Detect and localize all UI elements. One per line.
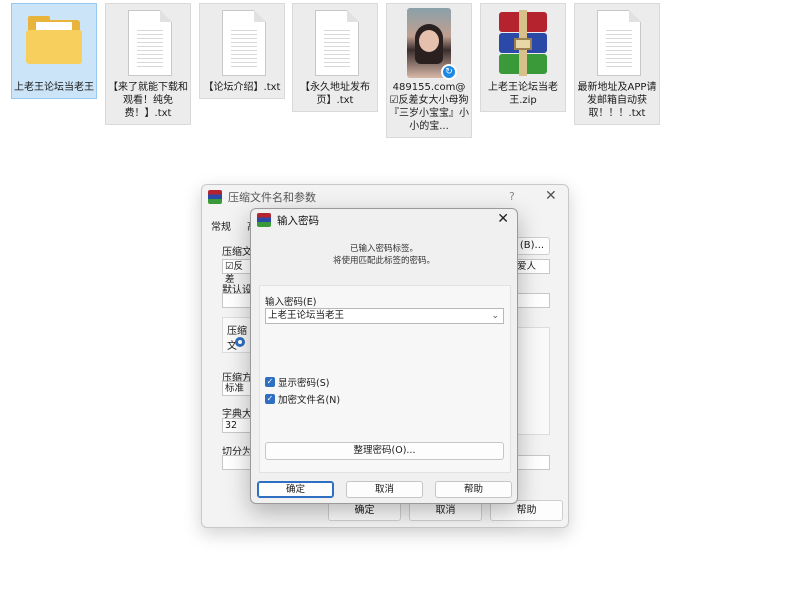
- options-group: [514, 327, 550, 435]
- desktop: 上老王论坛当老王 【来了就能下载和观看！纯免费！】.txt 【论坛介绍】.txt…: [0, 0, 800, 611]
- window-title: 压缩文件名和参数: [228, 191, 316, 204]
- password-dialog: 输入密码 ✕ 已输入密码标签。 将使用匹配此标签的密码。 输入密码(E) 上老王…: [250, 208, 518, 504]
- chevron-down-icon[interactable]: ⌄: [491, 309, 499, 323]
- close-icon[interactable]: ✕: [497, 211, 509, 227]
- file-image[interactable]: ↻ 489155.com@☑反差女大小母狗『三岁小宝宝』小小的宝...: [386, 3, 472, 138]
- format-radio[interactable]: [235, 337, 245, 347]
- file-label: 【来了就能下载和观看！纯免费！】.txt: [108, 82, 188, 119]
- text-file-icon: [118, 8, 178, 78]
- archive-icon: [493, 8, 553, 78]
- help-button[interactable]: 帮助: [435, 481, 512, 498]
- winrar-app-icon: [257, 213, 271, 227]
- image-thumbnail: ↻: [399, 8, 459, 80]
- encrypt-filenames-label: 加密文件名(N): [278, 395, 341, 406]
- format-group: 压缩文: [222, 317, 252, 353]
- info-line-2: 将使用匹配此标签的密码。: [332, 256, 435, 266]
- show-password-label: 显示密码(S): [278, 378, 330, 389]
- file-text[interactable]: 最新地址及APP请发邮箱自动获取！！！.txt: [574, 3, 660, 125]
- file-text[interactable]: 【来了就能下载和观看！纯免费！】.txt: [105, 3, 191, 125]
- default-profile-field[interactable]: [222, 293, 252, 308]
- cancel-button[interactable]: 取消: [346, 481, 423, 498]
- archive-name-field[interactable]: ☑反差: [222, 259, 252, 285]
- file-label: 【永久地址发布页】.txt: [300, 82, 370, 106]
- text-file-icon: [212, 8, 272, 78]
- split-field[interactable]: [222, 455, 252, 470]
- update-mode-select[interactable]: [514, 293, 550, 308]
- password-combobox[interactable]: 上老王论坛当老王 ⌄: [265, 308, 504, 324]
- close-icon[interactable]: ✕: [545, 188, 557, 204]
- checkmark-icon: ✓: [265, 394, 275, 404]
- ok-button[interactable]: 确定: [257, 481, 334, 498]
- password-value: 上老王论坛当老王: [268, 310, 345, 321]
- checkmark-icon: ✓: [265, 377, 275, 387]
- profile-select[interactable]: 爱人: [514, 259, 550, 274]
- archive-name-label: 压缩文: [222, 247, 252, 258]
- file-label: 【论坛介绍】.txt: [203, 82, 281, 93]
- organize-passwords-button[interactable]: 整理密码(O)...: [265, 442, 504, 460]
- file-label: 最新地址及APP请发邮箱自动获取！！！.txt: [577, 82, 657, 119]
- winrar-app-icon: [208, 190, 222, 204]
- dialog-titlebar: 输入密码: [251, 209, 517, 231]
- info-line-1: 已输入密码标签。: [349, 244, 418, 254]
- file-label: 上老王论坛当老王.zip: [488, 82, 558, 106]
- dictionary-select[interactable]: 32: [222, 418, 252, 433]
- browse-button[interactable]: (B)...: [514, 237, 550, 255]
- text-file-icon: [587, 8, 647, 78]
- split-unit-field[interactable]: [514, 455, 550, 470]
- file-text[interactable]: 【论坛介绍】.txt: [199, 3, 285, 99]
- password-label: 输入密码(E): [265, 297, 317, 308]
- encrypt-filenames-checkbox[interactable]: ✓ 加密文件名(N): [265, 392, 340, 406]
- show-password-checkbox[interactable]: ✓ 显示密码(S): [265, 375, 329, 389]
- dialog-title: 输入密码: [277, 214, 319, 227]
- method-select[interactable]: 标准: [222, 381, 252, 396]
- text-file-icon: [305, 8, 365, 78]
- file-label: 489155.com@☑反差女大小母狗『三岁小宝宝』小小的宝...: [389, 82, 469, 132]
- sync-badge-icon: ↻: [441, 64, 457, 80]
- file-text[interactable]: 【永久地址发布页】.txt: [292, 3, 378, 112]
- file-folder[interactable]: 上老王论坛当老王: [11, 3, 97, 99]
- help-icon[interactable]: ?: [509, 190, 515, 203]
- file-label: 上老王论坛当老王: [14, 82, 94, 93]
- file-archive[interactable]: 上老王论坛当老王.zip: [480, 3, 566, 112]
- folder-icon: [24, 8, 84, 78]
- tab-general[interactable]: 常规: [211, 218, 231, 233]
